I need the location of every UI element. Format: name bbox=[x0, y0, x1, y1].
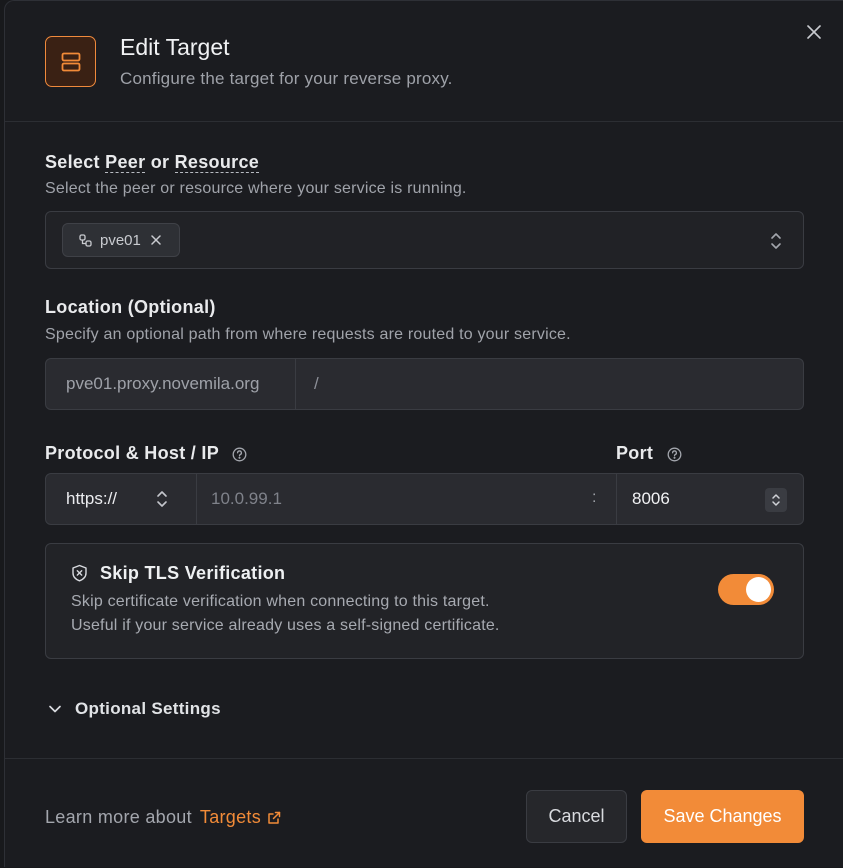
peer-description: Select the peer or resource where your s… bbox=[45, 180, 467, 197]
external-link-icon bbox=[267, 811, 281, 825]
tls-description-line2: Useful if your service already uses a se… bbox=[71, 617, 500, 634]
chevron-up-down-icon bbox=[772, 494, 780, 506]
server-icon bbox=[45, 36, 96, 87]
selected-peer-chip: pve01 bbox=[62, 223, 180, 257]
tls-title: Skip TLS Verification bbox=[100, 563, 286, 583]
chip-label: pve01 bbox=[100, 231, 141, 249]
peer-resource-select[interactable]: pve01 bbox=[45, 211, 804, 269]
protocol-host-label: Protocol & Host / IP bbox=[45, 443, 247, 464]
shield-x-icon bbox=[71, 564, 88, 587]
location-description: Specify an optional path from where requ… bbox=[45, 326, 571, 343]
peer-resource-label: Select Peer or Resource bbox=[45, 152, 260, 173]
close-button[interactable] bbox=[803, 21, 825, 43]
cancel-button[interactable]: Cancel bbox=[526, 790, 627, 843]
help-icon[interactable] bbox=[232, 447, 247, 462]
host-port-separator: : bbox=[592, 489, 597, 506]
port-label-text: Port bbox=[616, 443, 654, 463]
learn-more-prefix: Learn more about bbox=[45, 807, 192, 827]
host-input[interactable] bbox=[197, 474, 587, 524]
edit-target-dialog: Edit Target Configure the target for you… bbox=[4, 0, 843, 867]
location-field: pve01.proxy.novemila.org bbox=[45, 358, 804, 410]
skip-tls-toggle[interactable] bbox=[718, 574, 774, 605]
protocol-select[interactable]: https:// bbox=[46, 474, 197, 524]
tls-description-line1: Skip certificate verification when conne… bbox=[71, 593, 490, 610]
close-icon bbox=[807, 25, 821, 39]
peer-label-prefix: Select bbox=[45, 152, 100, 172]
save-changes-button[interactable]: Save Changes bbox=[641, 790, 804, 843]
optional-settings-label: Optional Settings bbox=[75, 699, 221, 718]
protocol-host-field: https:// : bbox=[45, 473, 617, 525]
targets-link-label: Targets bbox=[199, 807, 262, 827]
location-path-input[interactable] bbox=[296, 359, 803, 409]
targets-docs-link[interactable]: Targets bbox=[200, 807, 281, 828]
port-label: Port bbox=[616, 443, 682, 464]
protocol-value: https:// bbox=[66, 489, 118, 508]
learn-more-text: Learn more about Targets bbox=[45, 807, 281, 828]
remove-chip-button[interactable] bbox=[151, 235, 161, 245]
chevron-up-down-icon bbox=[156, 490, 168, 513]
location-label: Location (Optional) bbox=[45, 297, 216, 317]
resource-term[interactable]: Resource bbox=[174, 152, 260, 173]
peer-term[interactable]: Peer bbox=[105, 152, 146, 173]
port-input[interactable] bbox=[617, 474, 757, 524]
location-domain: pve01.proxy.novemila.org bbox=[46, 359, 296, 409]
peer-label-or: or bbox=[150, 152, 170, 172]
chevron-down-icon bbox=[49, 705, 61, 713]
toggle-knob bbox=[746, 577, 771, 602]
protocol-host-label-text: Protocol & Host / IP bbox=[45, 443, 219, 463]
port-stepper[interactable] bbox=[765, 488, 787, 512]
tls-verification-card: Skip TLS Verification Skip certificate v… bbox=[45, 543, 804, 659]
dialog-header: Edit Target Configure the target for you… bbox=[5, 1, 843, 122]
help-icon[interactable] bbox=[667, 447, 682, 462]
close-icon bbox=[151, 235, 161, 245]
dialog-footer: Learn more about Targets Cancel Save Cha… bbox=[5, 758, 843, 868]
dialog-title: Edit Target bbox=[120, 34, 230, 60]
peer-link-icon bbox=[79, 233, 92, 247]
port-field bbox=[616, 473, 804, 525]
dialog-subtitle: Configure the target for your reverse pr… bbox=[120, 69, 453, 88]
optional-settings-toggle[interactable]: Optional Settings bbox=[48, 699, 221, 719]
chevron-up-down-icon bbox=[766, 231, 786, 251]
